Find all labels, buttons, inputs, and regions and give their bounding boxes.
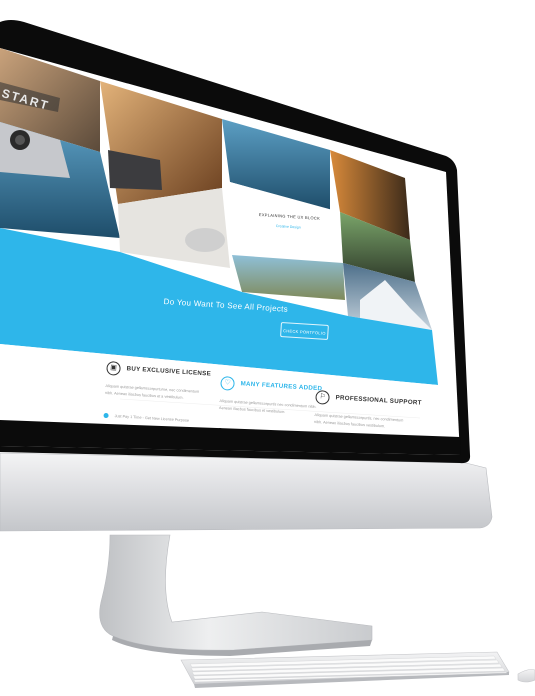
mouse [517, 669, 535, 683]
check-icon [217, 427, 223, 434]
check-portfolio-button[interactable]: CHECK PORTFOLIO [280, 322, 329, 340]
monitor-chin [0, 452, 493, 532]
imac-illustration [0, 20, 535, 688]
keyboard [180, 651, 510, 688]
check-icon [103, 412, 109, 419]
check-icon [312, 441, 318, 448]
stand [99, 534, 373, 656]
